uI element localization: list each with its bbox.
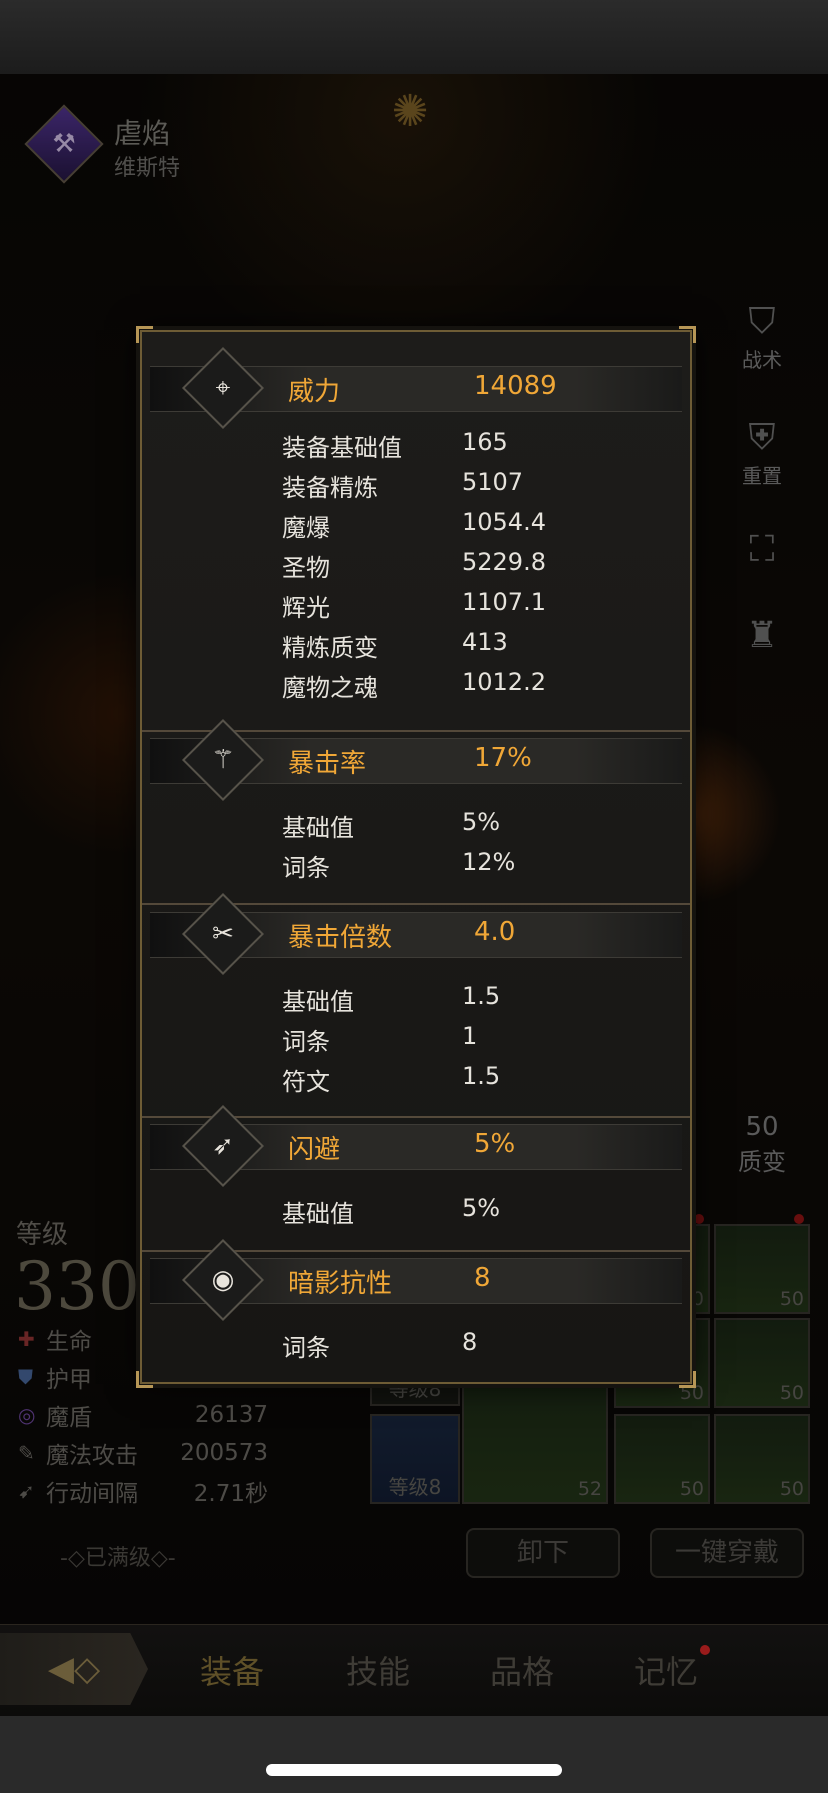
detail-value: 5%	[462, 1194, 501, 1222]
back-arrow-icon: ◀◇	[47, 1649, 101, 1689]
stat-detail-row: 词条 12%	[142, 844, 690, 884]
stat-detail-row: 词条 8	[142, 1324, 690, 1364]
section-title: 暴击倍数	[288, 923, 393, 953]
tab-equipment[interactable]: 装备	[200, 1647, 264, 1693]
detail-value: 1.5	[462, 982, 501, 1010]
detail-label: 装备精炼	[282, 474, 378, 502]
notification-dot	[700, 1645, 710, 1655]
section-title: 暗影抗性	[288, 1269, 393, 1299]
stat-detail-row: 装备基础值 165	[142, 424, 690, 464]
detail-label: 辉光	[282, 594, 330, 622]
stat-section-power: ⌖ 威力 14089 装备基础值 165 装备精炼 5107 魔爆 1054.4 圣物…	[142, 346, 690, 704]
shadow-resist-icon: ◉	[211, 1265, 235, 1295]
detail-value: 413	[462, 628, 508, 656]
detail-label: 词条	[282, 854, 330, 882]
section-total: 14089	[474, 371, 557, 401]
detail-value: 165	[462, 428, 508, 456]
stat-section-crit-multiplier: ✂ 暴击倍数 4.0 基础值 1.5 词条 1 符文 1.5	[142, 892, 690, 1098]
detail-label: 符文	[282, 1068, 330, 1096]
stat-detail-row: 词条 1	[142, 1018, 690, 1058]
bottom-border	[0, 1716, 828, 1793]
detail-value: 5229.8	[462, 548, 546, 576]
stat-detail-row: 辉光 1107.1	[142, 584, 690, 624]
section-title: 暴击率	[288, 749, 367, 779]
stat-detail-row: 装备精炼 5107	[142, 464, 690, 504]
stats-detail-popup: ⌖ 威力 14089 装备基础值 165 装备精炼 5107 魔爆 1054.4 圣物…	[136, 326, 696, 1388]
section-total: 4.0	[474, 917, 516, 947]
section-header: ⚚ 暴击率 17%	[150, 718, 682, 802]
stat-section-crit-rate: ⚚ 暴击率 17% 基础值 5% 词条 12%	[142, 718, 690, 884]
stat-detail-row: 魔物之魂 1012.2	[142, 664, 690, 704]
detail-label: 词条	[282, 1028, 330, 1056]
section-total: 17%	[474, 743, 532, 773]
detail-label: 基础值	[282, 988, 354, 1016]
detail-label: 圣物	[282, 554, 330, 582]
tab-skills[interactable]: 技能	[346, 1647, 410, 1693]
section-header: ◉ 暗影抗性 8	[150, 1238, 682, 1322]
home-indicator[interactable]	[266, 1764, 562, 1776]
crit-rate-icon: ⚚	[211, 745, 235, 775]
detail-value: 5%	[462, 808, 501, 836]
detail-label: 基础值	[282, 814, 354, 842]
detail-label: 魔物之魂	[282, 674, 378, 702]
section-total: 8	[474, 1263, 491, 1293]
detail-value: 1.5	[462, 1062, 501, 1090]
stat-detail-row: 基础值 5%	[142, 1190, 690, 1230]
detail-label: 精炼质变	[282, 634, 378, 662]
section-title: 威力	[288, 377, 341, 407]
detail-value: 5107	[462, 468, 524, 496]
stat-detail-row: 基础值 1.5	[142, 978, 690, 1018]
detail-label: 装备基础值	[282, 434, 402, 462]
stat-detail-row: 魔爆 1054.4	[142, 504, 690, 544]
detail-label: 基础值	[282, 1200, 354, 1228]
detail-value: 12%	[462, 848, 516, 876]
back-button[interactable]: ◀◇	[0, 1633, 148, 1705]
stat-detail-row: 圣物 5229.8	[142, 544, 690, 584]
stat-section-shadow-resist: ◉ 暗影抗性 8 词条 8	[142, 1238, 690, 1364]
stat-detail-row: 符文 1.5	[142, 1058, 690, 1098]
power-icon: ⌖	[215, 373, 231, 403]
section-title: 闪避	[288, 1135, 341, 1165]
section-total: 5%	[474, 1129, 516, 1159]
detail-label: 词条	[282, 1334, 330, 1362]
detail-label: 魔爆	[282, 514, 330, 542]
detail-value: 8	[462, 1328, 478, 1356]
bottom-nav: ◀◇ 装备 技能 品格 记忆	[0, 1624, 828, 1717]
detail-value: 1054.4	[462, 508, 546, 536]
detail-value: 1107.1	[462, 588, 546, 616]
section-header: ➶ 闪避 5%	[150, 1104, 682, 1188]
section-header: ✂ 暴击倍数 4.0	[150, 892, 682, 976]
stat-section-dodge: ➶ 闪避 5% 基础值 5%	[142, 1104, 690, 1230]
section-header: ⌖ 威力 14089	[150, 346, 682, 430]
top-bar	[0, 0, 828, 76]
stat-detail-row: 精炼质变 413	[142, 624, 690, 664]
dodge-icon: ➶	[212, 1131, 234, 1161]
tab-character[interactable]: 品格	[490, 1647, 554, 1693]
stat-detail-row: 基础值 5%	[142, 804, 690, 844]
detail-value: 1012.2	[462, 668, 546, 696]
tab-memory[interactable]: 记忆	[634, 1647, 698, 1693]
crit-multiplier-icon: ✂	[212, 919, 234, 949]
detail-value: 1	[462, 1022, 478, 1050]
